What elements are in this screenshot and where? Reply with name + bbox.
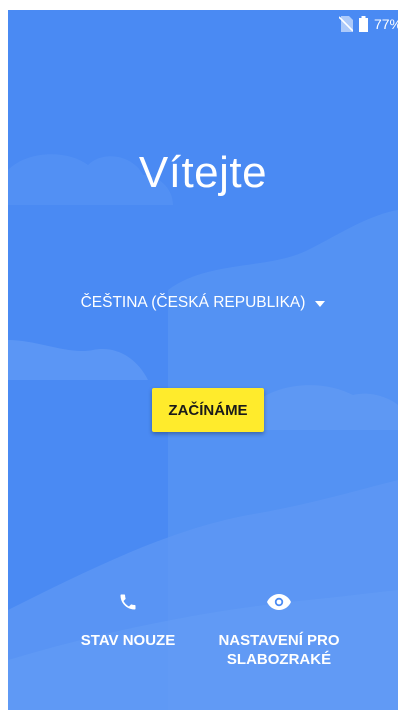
language-label: ČEŠTINA (ČESKÁ REPUBLIKA) [80,294,306,311]
vision-settings-button[interactable]: NASTAVENÍ PRO SLABOZRAKÉ [200,590,358,669]
language-selector[interactable]: ČEŠTINA (ČESKÁ REPUBLIKA) [8,294,398,312]
vision-settings-label-line2: SLABOZRAKÉ [226,651,332,668]
emergency-call-button[interactable]: STAV NOUZE [70,590,186,650]
phone-icon [118,590,138,614]
battery-percent: 77% [373,16,398,32]
start-button[interactable]: ZAČÍNÁME [152,388,264,432]
device-frame: 77% Vítejte ČEŠTINA (ČESKÁ REPUBLIKA) ZA… [0,0,398,713]
start-button-label: ZAČÍNÁME [168,401,248,419]
battery-icon [358,16,368,32]
setup-screen: 77% Vítejte ČEŠTINA (ČESKÁ REPUBLIKA) ZA… [8,10,398,710]
vision-settings-label: NASTAVENÍ PRO SLABOZRAKÉ [218,631,339,669]
emergency-call-label: STAV NOUZE [80,632,176,649]
no-sim-icon [338,16,353,32]
welcome-title: Vítejte [138,148,268,197]
status-bar: 77% [338,10,398,38]
eye-icon [267,590,291,614]
dropdown-arrow-icon [315,294,326,312]
vision-settings-label-line1: NASTAVENÍ PRO [218,632,340,649]
